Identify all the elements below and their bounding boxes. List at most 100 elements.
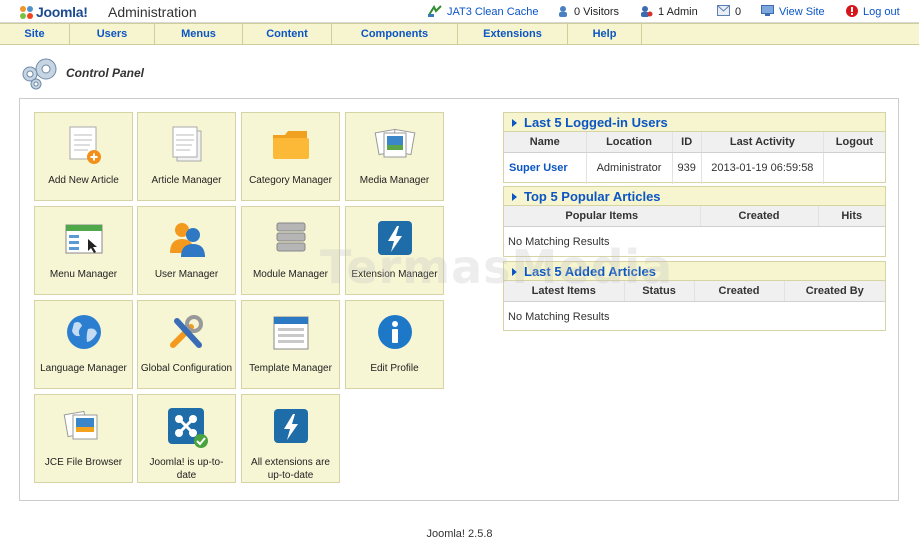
quickicon-label: Media Manager (359, 175, 430, 186)
messages-count[interactable]: 0 (735, 6, 741, 18)
quickicon-user-manager[interactable]: User Manager (137, 206, 236, 295)
user-location: Administrator (586, 152, 673, 184)
brand-name: Joomla! (36, 4, 88, 20)
column-header-created: Created (700, 206, 819, 227)
menu-content[interactable]: Content (243, 24, 332, 44)
view-site-link[interactable]: View Site (761, 5, 825, 19)
quickicon-label: Module Manager (252, 269, 329, 280)
column-header-status: Status (624, 281, 695, 302)
menu-menus[interactable]: Menus (155, 24, 243, 44)
user-logout[interactable] (823, 152, 885, 184)
column-header-created-by: Created By (784, 281, 885, 302)
visitors-status: 0 Visitors (557, 5, 619, 19)
no-matching-results: No Matching Results (508, 311, 610, 324)
category-folder-icon (269, 123, 313, 167)
view-site-label[interactable]: View Site (779, 6, 825, 18)
quickicon-label: Language Manager (40, 363, 127, 374)
edit-profile-info-icon (373, 311, 417, 355)
add-article-icon (62, 123, 106, 167)
quickicon-article-manager[interactable]: Article Manager (137, 112, 236, 201)
joomla-logo-icon (20, 5, 33, 19)
view-site-icon (761, 5, 774, 19)
menu-manager-icon (62, 217, 106, 261)
footer-version: Joomla! 2.5.8 (426, 528, 493, 538)
top-header: Joomla! Administration JAT3 Clean Cache … (0, 0, 919, 23)
table-row: No Matching Results (504, 226, 885, 258)
panel-popular-articles-header[interactable]: Top 5 Popular Articles (504, 187, 885, 206)
column-header-location: Location (586, 132, 673, 153)
admins-status: 1 Admin (640, 5, 698, 19)
column-header-latest-items: Latest Items (504, 281, 625, 302)
module-manager-icon (269, 217, 313, 261)
jat3-clean-cache-label[interactable]: JAT3 Clean Cache (447, 6, 539, 18)
panel-logged-in-users: Last 5 Logged-in Users Name Location ID … (503, 112, 886, 184)
quickicon-global-configuration[interactable]: Global Configuration (137, 300, 236, 389)
panel-added-articles-header[interactable]: Last 5 Added Articles (504, 262, 885, 281)
column-header-popular-items: Popular Items (504, 206, 701, 227)
column-header-last-activity: Last Activity (701, 132, 824, 153)
template-manager-icon (269, 311, 313, 355)
popular-articles-table: Popular Items Created Hits No Matching R… (504, 206, 885, 258)
menu-users[interactable]: Users (70, 24, 155, 44)
table-row: No Matching Results (504, 301, 885, 333)
logged-in-users-table: Name Location ID Last Activity Logout Su… (504, 132, 885, 184)
admin-title: Administration (108, 4, 197, 20)
quickicon-add-new-article[interactable]: Add New Article (34, 112, 133, 201)
global-config-tools-icon (165, 311, 209, 355)
page-title: Control Panel (66, 66, 145, 80)
quickicon-template-manager[interactable]: Template Manager (241, 300, 340, 389)
quickicon-language-manager[interactable]: Language Manager (34, 300, 133, 389)
messages-status[interactable]: 0 (717, 5, 741, 19)
quickicon-jce-file-browser[interactable]: JCE File Browser (34, 394, 133, 483)
quickicon-joomla-update[interactable]: Joomla! is up-to-date (137, 394, 236, 483)
logout-link[interactable]: Log out (846, 4, 900, 19)
visitors-icon (557, 5, 569, 20)
column-header-name: Name (504, 132, 587, 153)
panel-title: Top 5 Popular Articles (524, 189, 661, 204)
quickicon-label: Template Manager (249, 363, 332, 374)
control-panel-content: Add New Article Article Manager Category… (19, 98, 899, 501)
quickicon-category-manager[interactable]: Category Manager (241, 112, 340, 201)
joomla-logo: Joomla! (20, 3, 88, 21)
user-name-link[interactable]: Super User (504, 152, 587, 184)
panel-logged-in-users-header[interactable]: Last 5 Logged-in Users (504, 113, 885, 132)
page-title-area: Control Panel (18, 55, 144, 91)
quickicon-label: Add New Article (48, 175, 119, 186)
logout-label[interactable]: Log out (863, 6, 900, 18)
admin-user-icon (640, 5, 653, 20)
quickicon-label: User Manager (154, 269, 219, 280)
no-matching-results: No Matching Results (508, 236, 610, 249)
user-manager-icon (165, 217, 209, 261)
jat3-clean-cache-link[interactable]: JAT3 Clean Cache (428, 4, 539, 19)
quickicon-extension-manager[interactable]: Extension Manager (345, 206, 444, 295)
expand-arrow-icon (512, 119, 517, 127)
panel-title: Last 5 Added Articles (524, 264, 656, 279)
admins-count: 1 Admin (658, 6, 698, 18)
visitors-count: 0 Visitors (574, 6, 620, 18)
quickicon-extensions-update[interactable]: All extensions are up-to-date (241, 394, 340, 483)
menu-help[interactable]: Help (568, 24, 642, 44)
user-id: 939 (672, 152, 702, 184)
menu-site[interactable]: Site (0, 24, 70, 44)
quickicon-edit-profile[interactable]: Edit Profile (345, 300, 444, 389)
joomla-update-check-icon (165, 405, 209, 449)
quickicon-label: Edit Profile (370, 363, 419, 374)
column-header-hits: Hits (818, 206, 885, 227)
quickicon-label: JCE File Browser (44, 457, 123, 468)
quickicon-label: Menu Manager (49, 269, 118, 280)
media-manager-icon (373, 123, 417, 167)
menu-extensions[interactable]: Extensions (458, 24, 568, 44)
quickicon-media-manager[interactable]: Media Manager (345, 112, 444, 201)
messages-icon (717, 5, 730, 19)
panel-added-articles: Last 5 Added Articles Latest Items Statu… (503, 261, 886, 331)
menu-components[interactable]: Components (332, 24, 458, 44)
column-header-logout: Logout (823, 132, 885, 153)
quickicon-module-manager[interactable]: Module Manager (241, 206, 340, 295)
quickicon-label: Category Manager (249, 175, 332, 186)
jce-file-browser-icon (62, 405, 106, 449)
panel-popular-articles: Top 5 Popular Articles Popular Items Cre… (503, 186, 886, 257)
quickicon-label: Article Manager (151, 175, 222, 186)
quickicon-menu-manager[interactable]: Menu Manager (34, 206, 133, 295)
extensions-update-icon (269, 405, 313, 449)
panel-title: Last 5 Logged-in Users (524, 115, 668, 130)
